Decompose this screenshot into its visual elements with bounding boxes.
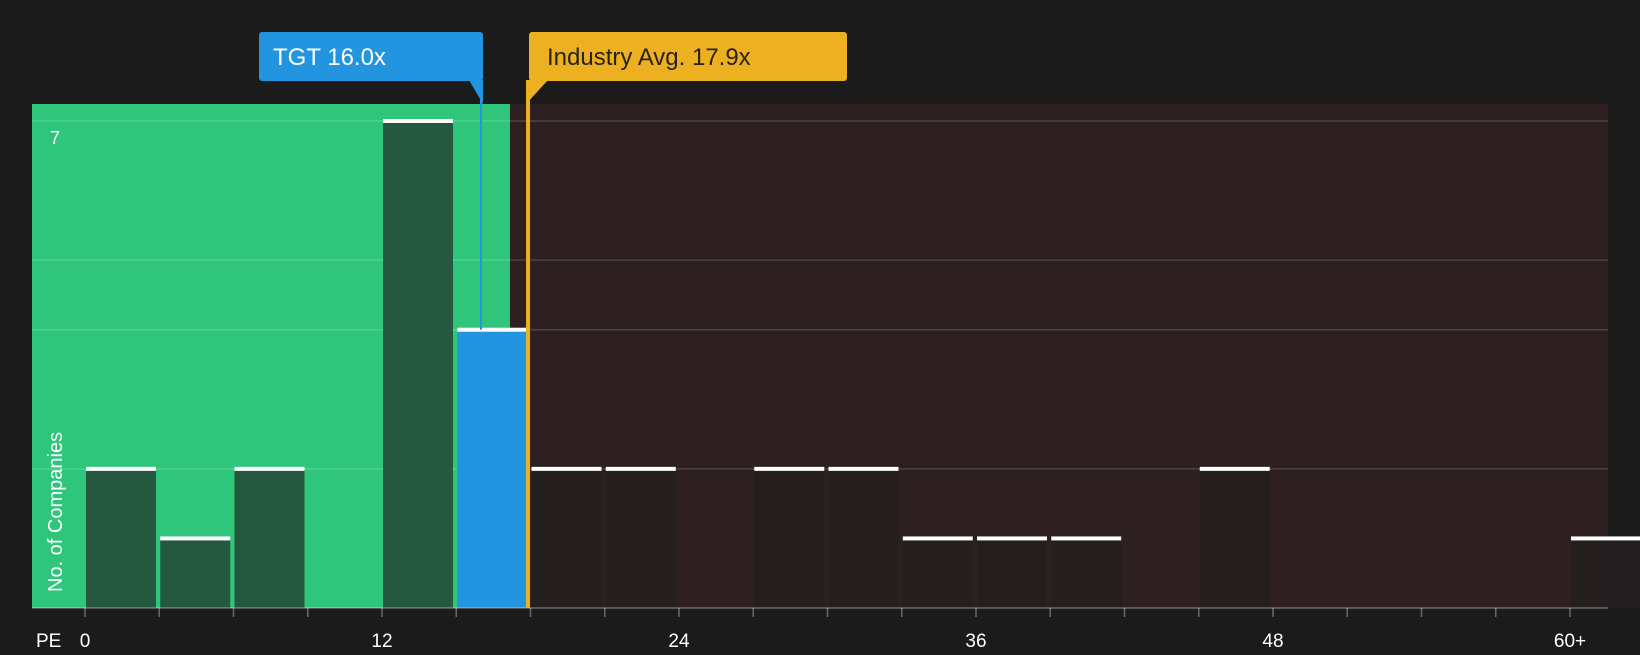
histogram-bar (828, 468, 899, 608)
y-max-label: 7 (50, 128, 60, 148)
x-axis-label: PE (36, 631, 61, 650)
histogram-bar (977, 538, 1047, 608)
bar-cap (1051, 536, 1122, 541)
y-axis-label: No. of Companies (45, 432, 67, 592)
histogram-bar (1199, 468, 1270, 608)
bar-cap (457, 327, 528, 332)
bar-cap (828, 466, 899, 471)
bar-cap (977, 536, 1047, 541)
histogram-bar (1051, 538, 1122, 608)
histogram-bar (383, 121, 453, 608)
bar-cap (234, 466, 305, 471)
bar-cap (531, 466, 602, 471)
bar-cap (86, 466, 156, 471)
company-pe-label: TGT 16.0x (273, 44, 386, 71)
x-tick-label: 48 (1262, 631, 1283, 650)
industry-average-label: Industry Avg. 17.9x (547, 44, 751, 71)
bar-cap (160, 536, 231, 541)
x-tick-label: 12 (371, 631, 392, 650)
histogram-bar (605, 468, 676, 608)
x-tick-label: 36 (965, 631, 986, 650)
x-tick-label: 60+ (1554, 631, 1586, 650)
bar-cap (383, 119, 453, 123)
pe-histogram-chart: 0 12 24 36 48 60+ PE No. of Companies 7 Industry … (0, 0, 1640, 652)
histogram-bar-highlighted (457, 329, 528, 608)
industry-callout-pointer (526, 80, 549, 104)
bar-cap (1571, 536, 1640, 541)
histogram-bar (754, 468, 825, 608)
bar-cap (605, 466, 676, 471)
chart-svg: 0 12 24 36 48 60+ PE No. of Companies 7 Industry … (32, 32, 1640, 652)
histogram-bar (902, 538, 973, 608)
histogram-bar (234, 468, 305, 608)
x-tick-label: 0 (80, 631, 91, 650)
histogram-bar (160, 538, 231, 608)
bar-cap (1199, 466, 1270, 471)
bar-cap (902, 536, 973, 541)
x-tick-label: 24 (668, 631, 690, 650)
histogram-bar (531, 468, 602, 608)
bar-cap (754, 466, 825, 471)
histogram-bar (86, 468, 156, 608)
histogram-bar (1571, 538, 1640, 608)
